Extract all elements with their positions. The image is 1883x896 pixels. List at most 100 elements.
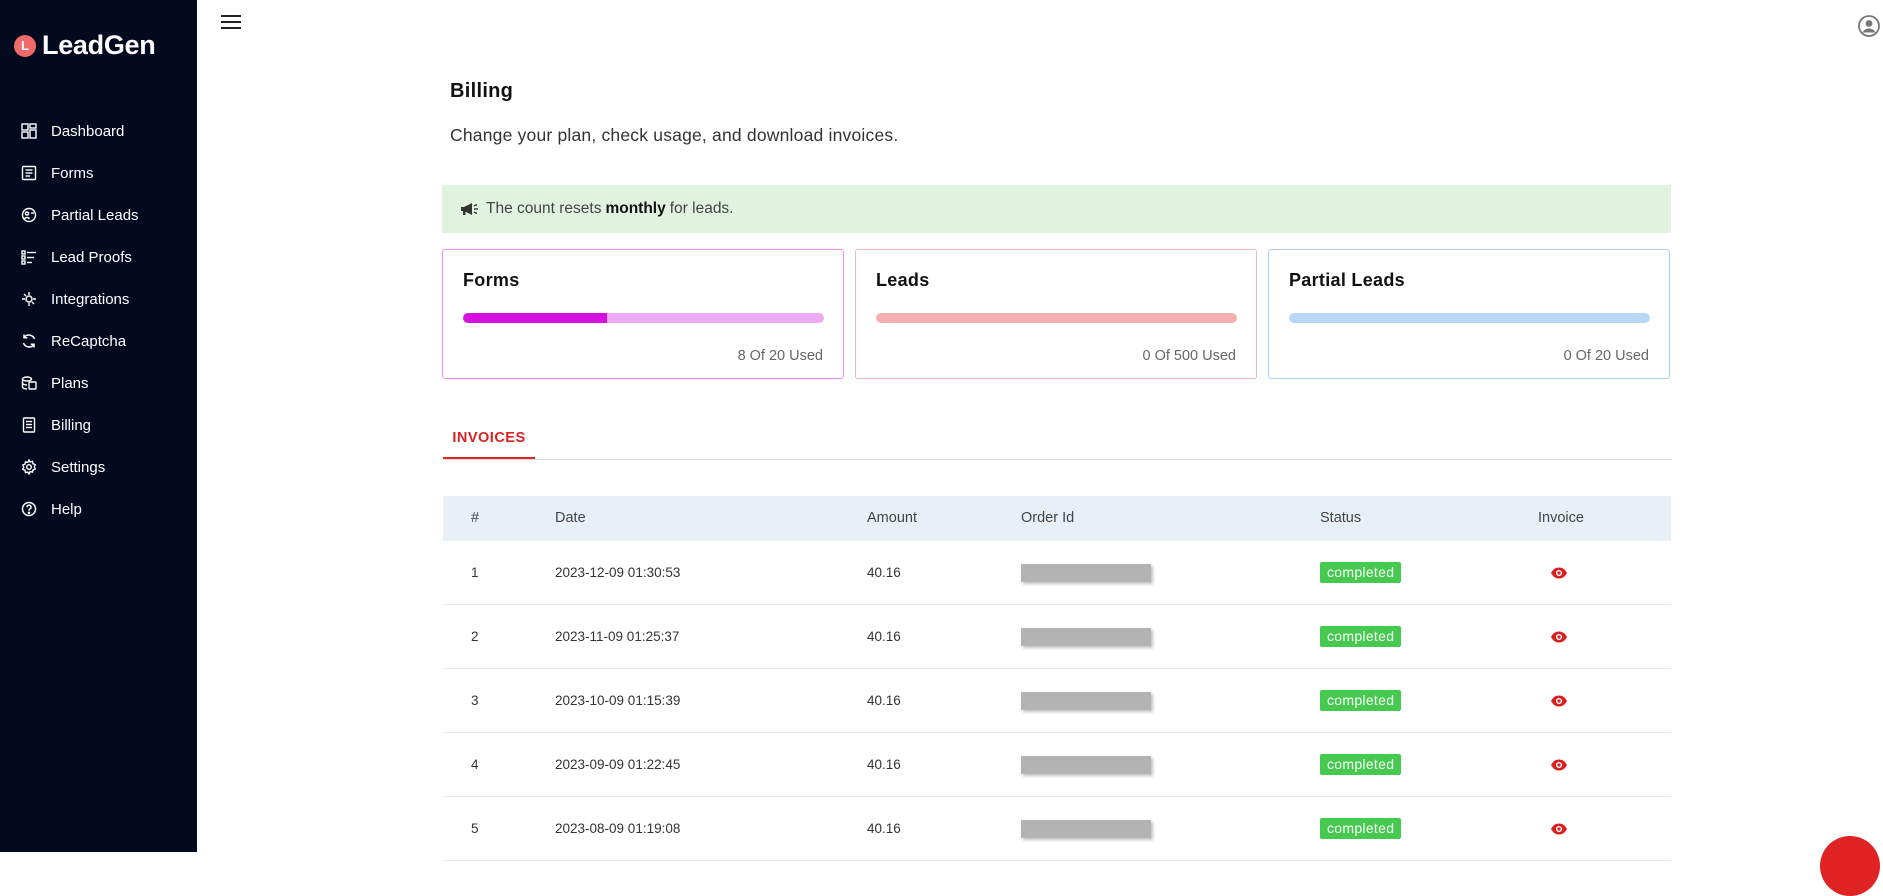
- notice-text-bold: monthly: [605, 200, 666, 217]
- sidebar-nav: Dashboard Forms Partial Leads Lead Proof…: [0, 110, 197, 530]
- row-date: 2023-10-09 01:15:39: [555, 693, 681, 708]
- column-header-amount: Amount: [867, 510, 917, 526]
- sidebar-item-label: ReCaptcha: [51, 332, 127, 350]
- usage-card-title: Partial Leads: [1289, 270, 1405, 290]
- sidebar-item-partial-leads[interactable]: Partial Leads: [0, 194, 197, 236]
- row-order-id: [1021, 669, 1151, 732]
- logo[interactable]: L LeadGen: [14, 30, 156, 61]
- row-status: completed: [1320, 605, 1402, 668]
- usage-card-title: Leads: [876, 270, 930, 290]
- redacted-order-id: [1021, 563, 1151, 582]
- invoices-table: # Date Amount Order Id Status Invoice 1 …: [443, 496, 1671, 861]
- usage-progress-bar: [463, 313, 824, 323]
- table-row: 5 2023-08-09 01:19:08 40.16 completed: [443, 797, 1671, 861]
- megaphone-icon: [461, 203, 478, 215]
- usage-card-partial-leads: Partial Leads 0 Of 20 Used: [1268, 249, 1670, 379]
- help-icon: [21, 501, 37, 517]
- partial-leads-icon: [21, 207, 37, 223]
- row-invoice: [1538, 733, 1568, 796]
- dashboard-icon: [21, 123, 37, 139]
- gear-icon: [21, 459, 37, 475]
- row-status: completed: [1320, 541, 1402, 604]
- sidebar-item-integrations[interactable]: Integrations: [0, 278, 197, 320]
- lead-proofs-icon: [21, 249, 37, 265]
- usage-progress-bar: [1289, 313, 1650, 323]
- billing-icon: [21, 417, 37, 433]
- usage-card-forms: Forms 8 Of 20 Used: [442, 249, 844, 379]
- status-badge: completed: [1320, 562, 1402, 583]
- row-date: 2023-12-09 01:30:53: [555, 565, 681, 580]
- status-badge: completed: [1320, 690, 1402, 711]
- column-header-order-id: Order Id: [1021, 510, 1075, 526]
- row-status: completed: [1320, 797, 1402, 860]
- row-invoice: [1538, 541, 1568, 604]
- sidebar-item-label: Forms: [51, 164, 94, 182]
- chat-widget-button[interactable]: [1820, 836, 1880, 896]
- sidebar-item-dashboard[interactable]: Dashboard: [0, 110, 197, 152]
- table-row: 1 2023-12-09 01:30:53 40.16 completed: [443, 541, 1671, 605]
- status-badge: completed: [1320, 626, 1402, 647]
- sidebar-item-plans[interactable]: Plans: [0, 362, 197, 404]
- sidebar: L LeadGen Dashboard Forms Partial Leads: [0, 0, 197, 852]
- logo-icon: L: [14, 34, 36, 57]
- table-row: 4 2023-09-09 01:22:45 40.16 completed: [443, 733, 1671, 797]
- usage-card-leads: Leads 0 Of 500 Used: [855, 249, 1257, 379]
- redacted-order-id: [1021, 819, 1151, 838]
- sidebar-item-label: Help: [51, 500, 82, 518]
- row-amount: 40.16: [867, 565, 901, 580]
- column-header-number: #: [471, 510, 480, 526]
- eye-icon[interactable]: [1550, 758, 1568, 772]
- row-invoice: [1538, 605, 1568, 668]
- sidebar-item-label: Lead Proofs: [51, 248, 132, 266]
- menu-toggle-button[interactable]: [221, 15, 241, 31]
- user-avatar-icon[interactable]: [1858, 15, 1880, 37]
- hamburger-icon: [221, 27, 241, 29]
- column-header-date: Date: [555, 510, 586, 526]
- sidebar-item-forms[interactable]: Forms: [0, 152, 197, 194]
- row-number: 4: [471, 757, 479, 772]
- usage-progress-bar: [876, 313, 1237, 323]
- sidebar-item-label: Plans: [51, 374, 89, 392]
- hamburger-icon: [221, 15, 241, 17]
- tab-divider: [443, 459, 1671, 460]
- sidebar-item-label: Integrations: [51, 290, 130, 308]
- row-invoice: [1538, 669, 1568, 732]
- sidebar-item-billing[interactable]: Billing: [0, 404, 197, 446]
- plans-icon: [21, 375, 37, 391]
- sidebar-item-label: Billing: [51, 416, 92, 434]
- page-subtitle: Change your plan, check usage, and downl…: [450, 125, 899, 145]
- eye-icon[interactable]: [1550, 630, 1568, 644]
- redacted-order-id: [1021, 755, 1151, 774]
- sidebar-item-recaptcha[interactable]: ReCaptcha: [0, 320, 197, 362]
- usage-count: 0 Of 500 Used: [1142, 348, 1237, 364]
- sidebar-item-label: Dashboard: [51, 122, 125, 140]
- sidebar-item-settings[interactable]: Settings: [0, 446, 197, 488]
- row-invoice: [1538, 797, 1568, 860]
- notice-text-suffix: for leads.: [669, 200, 734, 217]
- notice-text-prefix: The count resets: [486, 200, 602, 217]
- redacted-order-id: [1021, 691, 1151, 710]
- sidebar-item-help[interactable]: Help: [0, 488, 197, 530]
- row-amount: 40.16: [867, 757, 901, 772]
- row-date: 2023-09-09 01:22:45: [555, 757, 681, 772]
- row-amount: 40.16: [867, 629, 901, 644]
- usage-progress-fill: [463, 313, 608, 323]
- usage-count: 8 Of 20 Used: [737, 348, 823, 364]
- page-title: Billing: [450, 80, 514, 102]
- row-number: 1: [471, 565, 479, 580]
- row-order-id: [1021, 605, 1151, 668]
- row-order-id: [1021, 541, 1151, 604]
- sidebar-item-lead-proofs[interactable]: Lead Proofs: [0, 236, 197, 278]
- table-row: 3 2023-10-09 01:15:39 40.16 completed: [443, 669, 1671, 733]
- eye-icon[interactable]: [1550, 694, 1568, 708]
- table-row: 2 2023-11-09 01:25:37 40.16 completed: [443, 605, 1671, 669]
- recaptcha-icon: [21, 333, 37, 349]
- row-number: 2: [471, 629, 479, 644]
- row-status: completed: [1320, 669, 1402, 732]
- row-status: completed: [1320, 733, 1402, 796]
- eye-icon[interactable]: [1550, 822, 1568, 836]
- usage-notice: The count resets monthly for leads.: [442, 185, 1671, 233]
- eye-icon[interactable]: [1550, 566, 1568, 580]
- tab-invoices[interactable]: INVOICES: [443, 419, 535, 460]
- row-order-id: [1021, 797, 1151, 860]
